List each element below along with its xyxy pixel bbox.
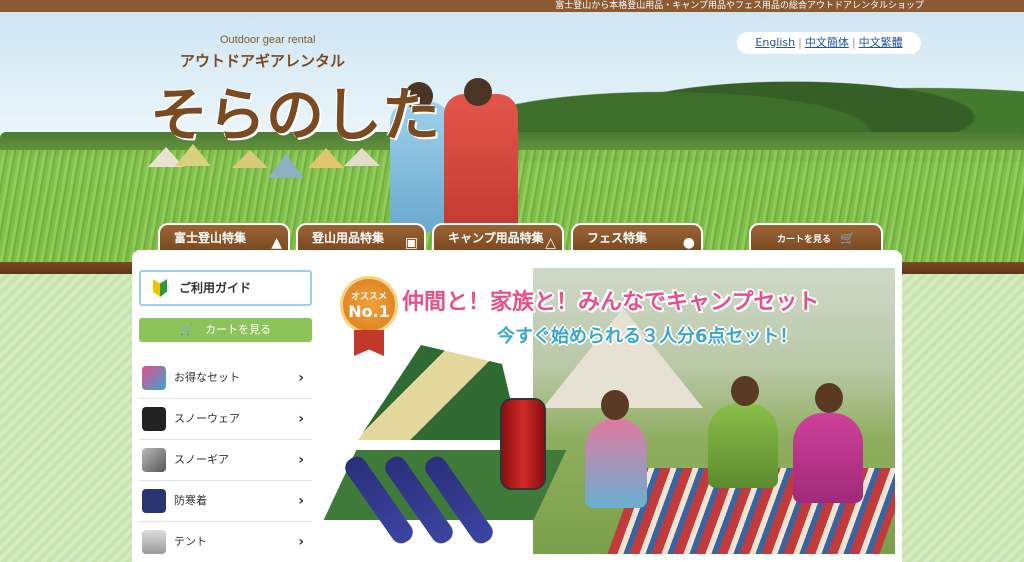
tagline-text: 富士登山から本格登山用品・キャンプ用品やフェス用品の総合アウトドアレンタルショッ… [555, 1, 924, 11]
sidebar-item-label: テント [174, 535, 207, 548]
tab-mountain-gear[interactable]: 登山用品特集 ▣ [296, 223, 426, 251]
usage-guide-button[interactable]: ご利用ガイド [139, 270, 312, 306]
cart-icon: 🛒 [179, 323, 194, 336]
sidebar-item-label: 防寒着 [174, 494, 207, 507]
recommended-badge: オススメ No.1 [340, 276, 398, 334]
tab-fuji-climbing[interactable]: 富士登山特集 ▲ [158, 223, 290, 251]
header-cart-button[interactable]: カートを見る 🛒 [749, 223, 883, 251]
sidebar-item-label: スノーギア [174, 453, 229, 466]
badge-top-text: オススメ [350, 292, 387, 302]
usage-guide-label: ご利用ガイド [179, 281, 252, 295]
top-tagline-bar: 富士登山から本格登山用品・キャンプ用品やフェス用品の総合アウトドアレンタルショッ… [0, 0, 1024, 12]
banner-girl-1-head [601, 390, 629, 420]
language-switcher: English | 中文簡体 | 中文繁體 [737, 32, 921, 54]
logo-main-text: そらのした [150, 81, 441, 149]
sidebar-item-value-sets[interactable]: お得なセット › [139, 358, 312, 399]
banner-girl-3 [793, 413, 863, 503]
sidebar-item-snow-wear[interactable]: スノーウェア › [139, 399, 312, 440]
logo-subtitle: Outdoor gear rental [220, 34, 316, 46]
tents-thumbnail [142, 530, 166, 554]
hero-person-red [444, 94, 518, 232]
snow-gear-thumbnail [142, 448, 166, 472]
hero-tent-4 [268, 154, 304, 178]
sidebar-cart-label: カートを見る [205, 323, 272, 336]
sidebar-cart-button[interactable]: 🛒 カートを見る [139, 318, 312, 342]
sidebar-item-snow-gear[interactable]: スノーギア › [139, 440, 312, 481]
lang-link-simplified-chinese[interactable]: 中文簡体 [805, 36, 849, 49]
banner-girl-3-head [815, 383, 843, 413]
sidebar-item-tents[interactable]: テント › [139, 522, 312, 562]
sidebar-item-cold-weather-wear[interactable]: 防寒着 › [139, 481, 312, 522]
lang-separator: | [798, 36, 802, 49]
snow-wear-thumbnail [142, 407, 166, 431]
hero-person-red-head [464, 78, 492, 106]
beginner-mark-icon [153, 279, 167, 297]
hero-tent-3 [232, 150, 268, 168]
chevron-right-icon: › [298, 534, 304, 550]
cart-icon: 🛒 [840, 231, 856, 245]
tab-camping-gear[interactable]: キャンプ用品特集 △ [432, 223, 564, 251]
banner-girl-1 [585, 418, 647, 508]
lang-separator: | [851, 36, 856, 49]
banner-girl-2 [708, 403, 778, 488]
badge-main-text: No.1 [348, 302, 390, 321]
banner-girl-2-head [731, 376, 759, 406]
lang-link-traditional-chinese[interactable]: 中文繁體 [859, 36, 903, 49]
tab-label: キャンプ用品特集 [448, 231, 544, 245]
tab-festival[interactable]: フェス特集 ● [571, 223, 703, 251]
chevron-right-icon: › [298, 493, 304, 509]
chevron-right-icon: › [298, 411, 304, 427]
tab-label: 登山用品特集 [312, 231, 385, 245]
chevron-right-icon: › [298, 452, 304, 468]
value-sets-thumbnail [142, 366, 166, 390]
tab-label: フェス特集 [587, 231, 648, 245]
chevron-right-icon: › [298, 370, 304, 386]
cold-weather-wear-thumbnail [142, 489, 166, 513]
tab-label: 富士登山特集 [174, 231, 247, 245]
lang-link-english[interactable]: English [755, 36, 795, 49]
sidebar-item-label: お得なセット [174, 371, 240, 384]
cart-tab-label: カートを見る [776, 235, 831, 245]
banner-headline: 仲間と！家族と！みんなでキャンプセット [402, 290, 820, 315]
sidebar-item-label: スノーウェア [174, 412, 240, 425]
banner-subheadline: 今すぐ始められる３人分6点セット！ [497, 326, 798, 347]
banner-lantern [500, 398, 546, 490]
